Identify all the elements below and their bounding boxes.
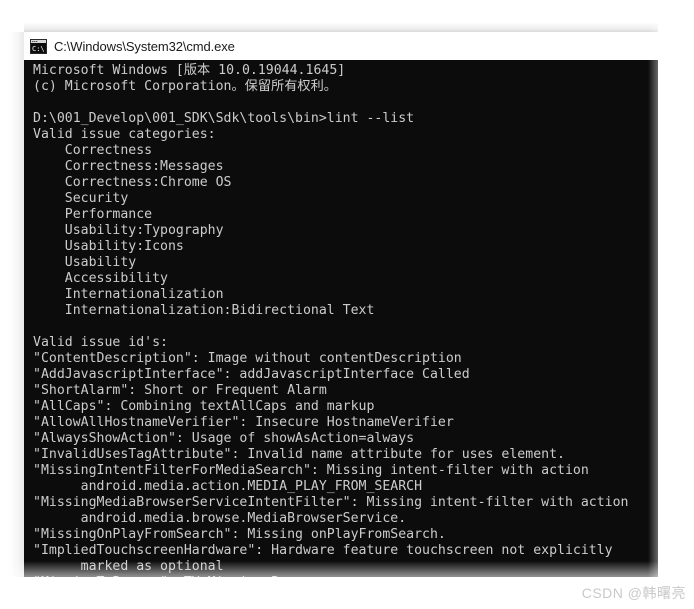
- terminal-line: "AllowAllHostnameVerifier": Insecure Hos…: [33, 415, 454, 430]
- edge-fade-top: [0, 0, 694, 22]
- terminal-line: Performance: [33, 207, 153, 222]
- terminal-line: Usability: [33, 255, 137, 270]
- terminal-line: Accessibility: [33, 271, 168, 286]
- terminal-line: android.media.action.MEDIA_PLAY_FROM_SEA…: [33, 479, 423, 494]
- terminal-line: (c) Microsoft Corporation。保留所有权利。: [33, 79, 337, 94]
- terminal-line: marked as optional: [33, 559, 224, 574]
- terminal-line: Correctness:Messages: [33, 159, 224, 174]
- terminal-line: "ShortAlarm": Short or Frequent Alarm: [33, 383, 327, 398]
- terminal-line: "InvalidUsesTagAttribute": Invalid name …: [33, 447, 565, 462]
- terminal-line: android.media.browse.MediaBrowserService…: [33, 511, 407, 526]
- terminal-line: "AddJavascriptInterface": addJavascriptI…: [33, 367, 470, 382]
- terminal-line: Correctness:Chrome OS: [33, 175, 232, 190]
- window-title-bar[interactable]: C:\ C:\Windows\System32\cmd.exe: [24, 32, 658, 60]
- terminal-line: Usability:Typography: [33, 223, 224, 238]
- terminal-line: Valid issue id's:: [33, 335, 168, 350]
- terminal-line: D:\001_Develop\001_SDK\Sdk\tools\bin>lin…: [33, 111, 415, 126]
- terminal-line: Internationalization:Bidirectional Text: [33, 303, 375, 318]
- edge-fade-left: [0, 0, 14, 609]
- terminal-line: "MissingTvBanner": TV Missing Banner: [33, 575, 658, 577]
- terminal-line: "AllCaps": Combining textAllCaps and mar…: [33, 399, 375, 414]
- terminal-output[interactable]: Microsoft Windows [版本 10.0.19044.1645] (c…: [24, 60, 658, 577]
- terminal-line: Internationalization: [33, 287, 224, 302]
- terminal-line: "AlwaysShowAction": Usage of showAsActio…: [33, 431, 415, 446]
- terminal-line: "MissingMediaBrowserServiceIntentFilter"…: [33, 495, 629, 510]
- terminal-line: Microsoft Windows [版本 10.0.19044.1645]: [33, 63, 346, 78]
- window-top-shadow: [24, 22, 658, 32]
- terminal-line: Valid issue categories:: [33, 127, 216, 142]
- screenshot-canvas: C:\ C:\Windows\System32\cmd.exe Microsof…: [0, 0, 694, 609]
- terminal-line: Correctness: [33, 143, 153, 158]
- terminal-line: Usability:Icons: [33, 239, 184, 254]
- terminal-line: Security: [33, 191, 129, 206]
- cmd-console-icon: C:\: [30, 38, 47, 54]
- terminal-line: "ImpliedTouchscreenHardware": Hardware f…: [33, 543, 613, 558]
- csdn-watermark: CSDN @韩曙亮: [581, 585, 686, 601]
- window-title-text: C:\Windows\System32\cmd.exe: [54, 38, 235, 54]
- terminal-line: "ContentDescription": Image without cont…: [33, 351, 462, 366]
- terminal-line: "MissingIntentFilterForMediaSearch": Mis…: [33, 463, 589, 478]
- terminal-line: "MissingOnPlayFromSearch": Missing onPla…: [33, 527, 446, 542]
- svg-text:C:\: C:\: [32, 45, 45, 53]
- cmd-console-window[interactable]: C:\ C:\Windows\System32\cmd.exe Microsof…: [24, 32, 658, 577]
